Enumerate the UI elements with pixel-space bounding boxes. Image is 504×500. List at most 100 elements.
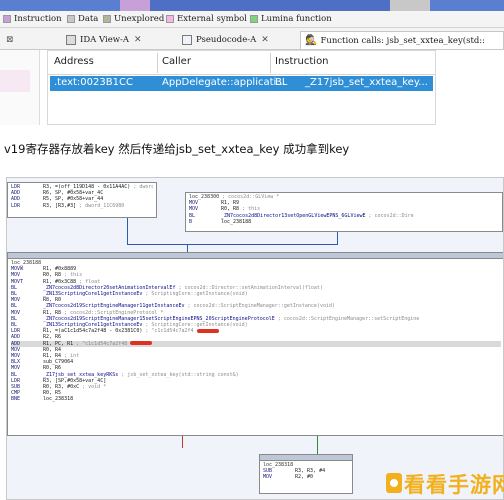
code-line[interactable]: BNE loc_238318 <box>11 396 501 402</box>
legend-swatch-icon <box>166 15 174 23</box>
nav-band-tail-segment <box>430 0 504 11</box>
close-icon[interactable]: ✕ <box>261 35 269 45</box>
watermark-logo-icon <box>386 473 402 493</box>
comment: ; this <box>239 206 261 213</box>
navigation-band[interactable] <box>0 0 504 11</box>
mnemonic: loc_238188 <box>11 260 42 266</box>
operand: R1, #0x3C88 <box>43 278 77 285</box>
legend-label: Lumina function <box>261 14 332 24</box>
code-line[interactable]: MOV R2, #0 <box>263 474 349 480</box>
column-header-caller[interactable]: Caller <box>162 56 191 67</box>
code-line[interactable]: Bloc_238188 <box>189 219 499 225</box>
legend-label: Unexplored <box>114 14 165 24</box>
graph-block-top-left[interactable]: LDR R3, =(off_119D148 - 0x11A4AC) ; dword… <box>7 182 157 218</box>
legend-data: Data <box>67 14 98 24</box>
comment: ; jsb_set_xxtea_key(std::string const&) <box>118 371 239 378</box>
operand: R0, R4 <box>43 346 62 353</box>
legend-external-symbol: External symbol <box>166 14 247 24</box>
operand: R6, SP, #0x58+var_4C <box>43 190 104 197</box>
legend-bar: Instruction Data Unexplored External sym… <box>0 11 504 28</box>
comment: ; cocos2d::Dire <box>365 212 414 219</box>
comment: ; ScriptingCore::getInstance(void) <box>142 322 248 329</box>
comment: ; dword_11C6980 <box>76 202 125 209</box>
operand: _ZN7cocos2d8Director13setOpenGLViewEPNS_… <box>221 212 366 219</box>
operand: R0, R8 <box>221 206 240 213</box>
operand: R2, R6 <box>43 334 62 341</box>
operand: R3, =(off_119D148 - 0x11A4AC) <box>43 184 131 190</box>
operand: R0, R3, #0xC <box>43 384 80 391</box>
operand: loc_238188 <box>221 218 252 225</box>
close-icon[interactable]: ⊠ <box>6 35 14 45</box>
nav-band-library-segment <box>0 0 120 11</box>
graph-block-bottom[interactable]: loc_238318 SUB R3, R3, #4 MOV R2, #0 <box>259 454 353 494</box>
overview-highlight <box>0 70 30 92</box>
cell-mnemonic: BL <box>275 77 288 88</box>
legend-label: Data <box>78 14 99 24</box>
operand: _ZN7cocos2d19ScriptEngineManager15setScr… <box>43 315 275 322</box>
operand: R0, R5 <box>43 390 62 397</box>
watermark-text: 看看手游网 <box>404 473 504 497</box>
operand: R5, SP, #0x58+var_44 <box>43 196 104 203</box>
tab-label: Pseudocode-A <box>196 35 257 45</box>
operand: R3, [R3,#3] <box>43 202 77 209</box>
mnemonic: B <box>189 218 193 225</box>
operand: R1, =(aC1c1d54c7a2f48 - 0x2381C0) <box>43 328 143 335</box>
tab-nav-buttons[interactable]: ⊠ <box>2 31 42 49</box>
mnemonic: BNE <box>11 396 21 403</box>
code-line[interactable]: LDR R3, [R3,#3] ; dword_11C6980 <box>11 203 153 209</box>
tab-label: Function calls: jsb_set_xxtea_key(std:: <box>320 35 486 46</box>
comment: ; cocos2d::ScriptEngineManager::setScrip… <box>274 315 420 322</box>
operand: R0, R8 <box>43 272 62 279</box>
mnemonic: loc_238318 <box>263 462 294 468</box>
flow-edge <box>127 218 128 245</box>
column-header-address[interactable]: Address <box>54 56 94 67</box>
legend-swatch-icon <box>3 15 11 23</box>
flow-edge <box>187 244 188 252</box>
block-code: loc_238300 ; cocos2d::GLView * MOV R1, R9 M… <box>186 193 502 226</box>
column-header-instruction[interactable]: Instruction <box>275 56 329 67</box>
comment: ; this <box>61 272 83 279</box>
tab-pseudocode-a[interactable]: Pseudocode-A ✕ <box>178 31 273 49</box>
comment: ; void * <box>79 384 107 391</box>
graph-block-main[interactable]: loc_238188 MOVW R1, #0x8889 MOV R0, R8 ; thi… <box>7 252 503 436</box>
legend-swatch-icon <box>250 15 258 23</box>
nav-band-data-segment <box>390 0 430 11</box>
comment: ; cocos2d::Director::setAnimationInterva… <box>175 284 323 291</box>
block-code: loc_238318 SUB R3, R3, #4 MOV R2, #0 <box>260 461 352 482</box>
comment: ; "c1c1d54c7a2f4 <box>142 328 194 335</box>
comment: ; float <box>76 278 101 285</box>
pseudocode-icon <box>182 35 192 45</box>
comment: ; int <box>61 353 80 360</box>
xref-table[interactable]: Address Caller Instruction .text:0023B1C… <box>47 50 436 125</box>
redaction-mark <box>130 341 153 346</box>
comment: ; dword_11C6980 <box>133 184 153 190</box>
operand: R0, R6 <box>43 365 62 372</box>
block-code: LDR R3, =(off_119D148 - 0x11A4AC) ; dword… <box>8 183 156 210</box>
redaction-mark <box>196 328 219 333</box>
site-watermark: 看看手游网 <box>384 466 504 500</box>
comment: ; ScriptingCore::getInstance(void) <box>142 291 248 298</box>
flow-edge <box>127 244 338 245</box>
close-icon[interactable]: ✕ <box>134 35 142 45</box>
operand: R3, R3, #4 <box>295 468 326 475</box>
tab-label: IDA View-A <box>80 35 130 45</box>
table-row[interactable]: .text:0023B1CC AppDelegate::applicati...… <box>50 76 433 91</box>
tab-function-calls[interactable]: 🕵 Function calls: jsb_set_xxtea_key(std:… <box>300 31 504 49</box>
mnemonic: MOV <box>263 474 273 481</box>
column-divider[interactable] <box>270 53 271 73</box>
legend-label: Instruction <box>14 14 62 24</box>
tab-ida-view-a[interactable]: IDA View-A ✕ <box>62 31 146 49</box>
legend-instruction: Instruction <box>3 14 62 24</box>
operand: _ZN13ScriptingCore11getInstanceEv <box>43 322 143 329</box>
operand: R1, #0x8889 <box>43 266 77 273</box>
graph-block-top-right[interactable]: loc_238300 ; cocos2d::GLView * MOV R1, R9 M… <box>185 192 503 232</box>
comment: ; cocos2d::ScriptEngineProtocol * <box>61 309 164 316</box>
ida-graph-view[interactable]: LDR R3, =(off_119D148 - 0x11A4AC) ; dword… <box>6 177 504 500</box>
operand: R1, R8 <box>43 309 62 316</box>
legend-label: External symbol <box>177 14 247 24</box>
operand: R1, PC, R1 <box>43 340 74 347</box>
operand: R2, #0 <box>295 474 314 481</box>
column-divider[interactable] <box>157 53 158 73</box>
function-calls-icon: 🕵 <box>305 35 318 46</box>
legend-lumina-function: Lumina function <box>250 14 332 24</box>
